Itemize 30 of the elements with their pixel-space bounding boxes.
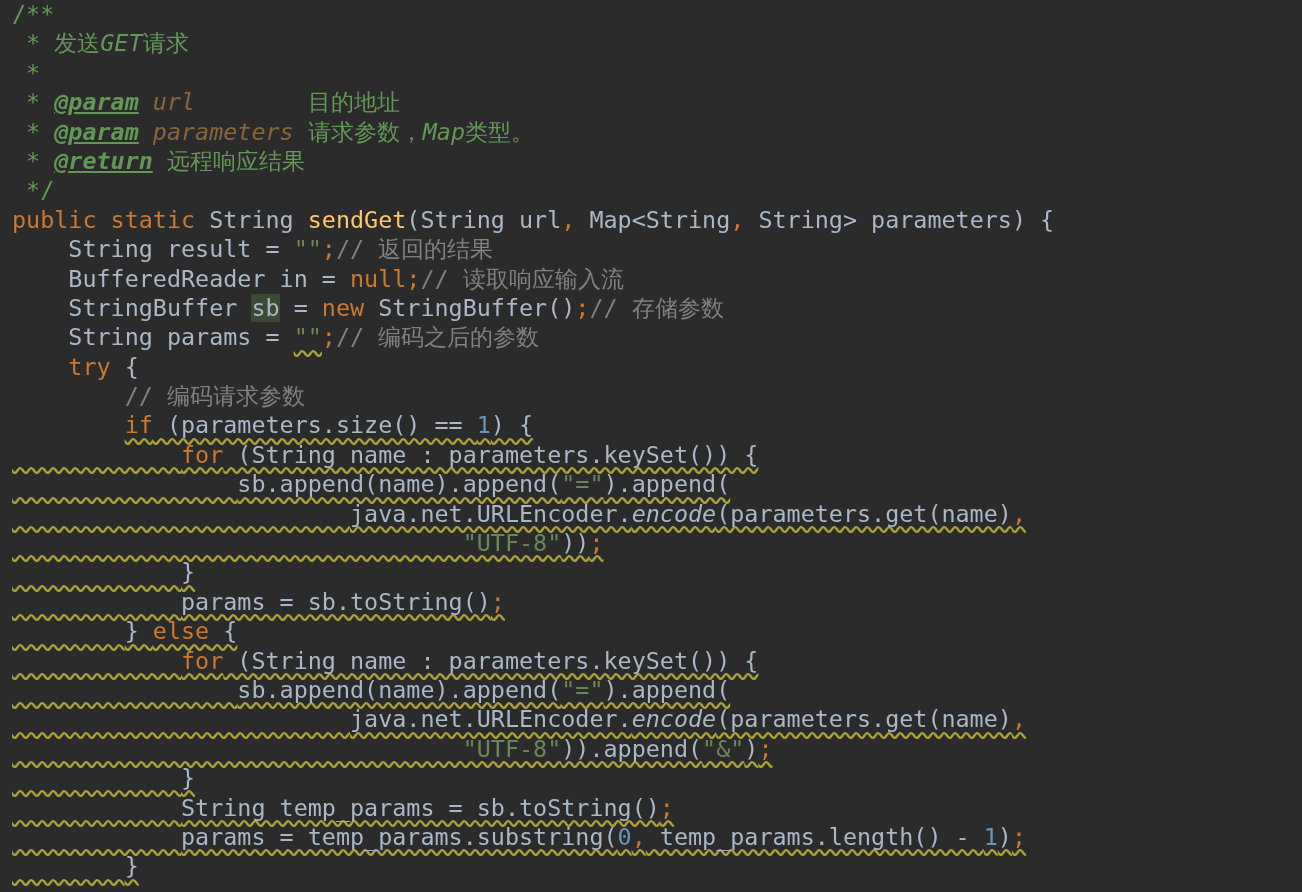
code-line: java.net.URLEncoder.encode(parameters.get(name), [349,499,1026,530]
code-line: } [180,558,196,588]
code-line: BufferedReader in = null;// 读取响应输入流 [67,264,624,294]
code-line: String params = "";// 编码之后的参数 [67,323,540,353]
code-line: try { [67,352,139,383]
code-line: StringBuffer sb = new StringBuffer();// 存储参数 [67,293,724,324]
code-line: for (String name : parameters.keySet()) { [180,440,759,471]
code-line: // 编码请求参数 [123,382,305,412]
code-line: sb.append(name).append("=").append( [236,470,731,500]
code-line: * @param parameters 请求参数，Map类型。 [25,117,534,147]
code-line: /** [12,0,55,30]
code-line: public static String sendGet(String url, Map<String, String> parameters) { [12,205,1055,236]
code-line: "UTF-8")).append("&"); [461,734,773,765]
code-line: } else { [123,617,238,647]
code-line: */ [25,176,55,206]
code-line: "UTF-8")); [461,529,604,559]
code-line: * @param url 目的地址 [25,88,400,118]
code-line: String result = "";// 返回的结果 [67,235,494,265]
code-line: * @return 远程响应结果 [25,146,305,177]
code-line: } [123,852,139,882]
code-line: * [25,58,41,89]
code-line: if (parameters.size() == 1) { [123,411,534,441]
code-line: String temp_params = sb.toString(); [180,793,674,823]
code-line: params = temp_params.substring(0, temp_params.length() - 1); [180,822,1026,853]
code-line: * 发送GET请求 [25,29,189,59]
code-line: sb.append(name).append("=").append( [236,676,731,706]
code-line: java.net.URLEncoder.encode(parameters.get(name), [349,705,1026,735]
code-line: params = sb.toString(); [180,587,505,618]
code-line: } [180,764,196,794]
code-line: for (String name : parameters.keySet()) { [180,646,759,676]
